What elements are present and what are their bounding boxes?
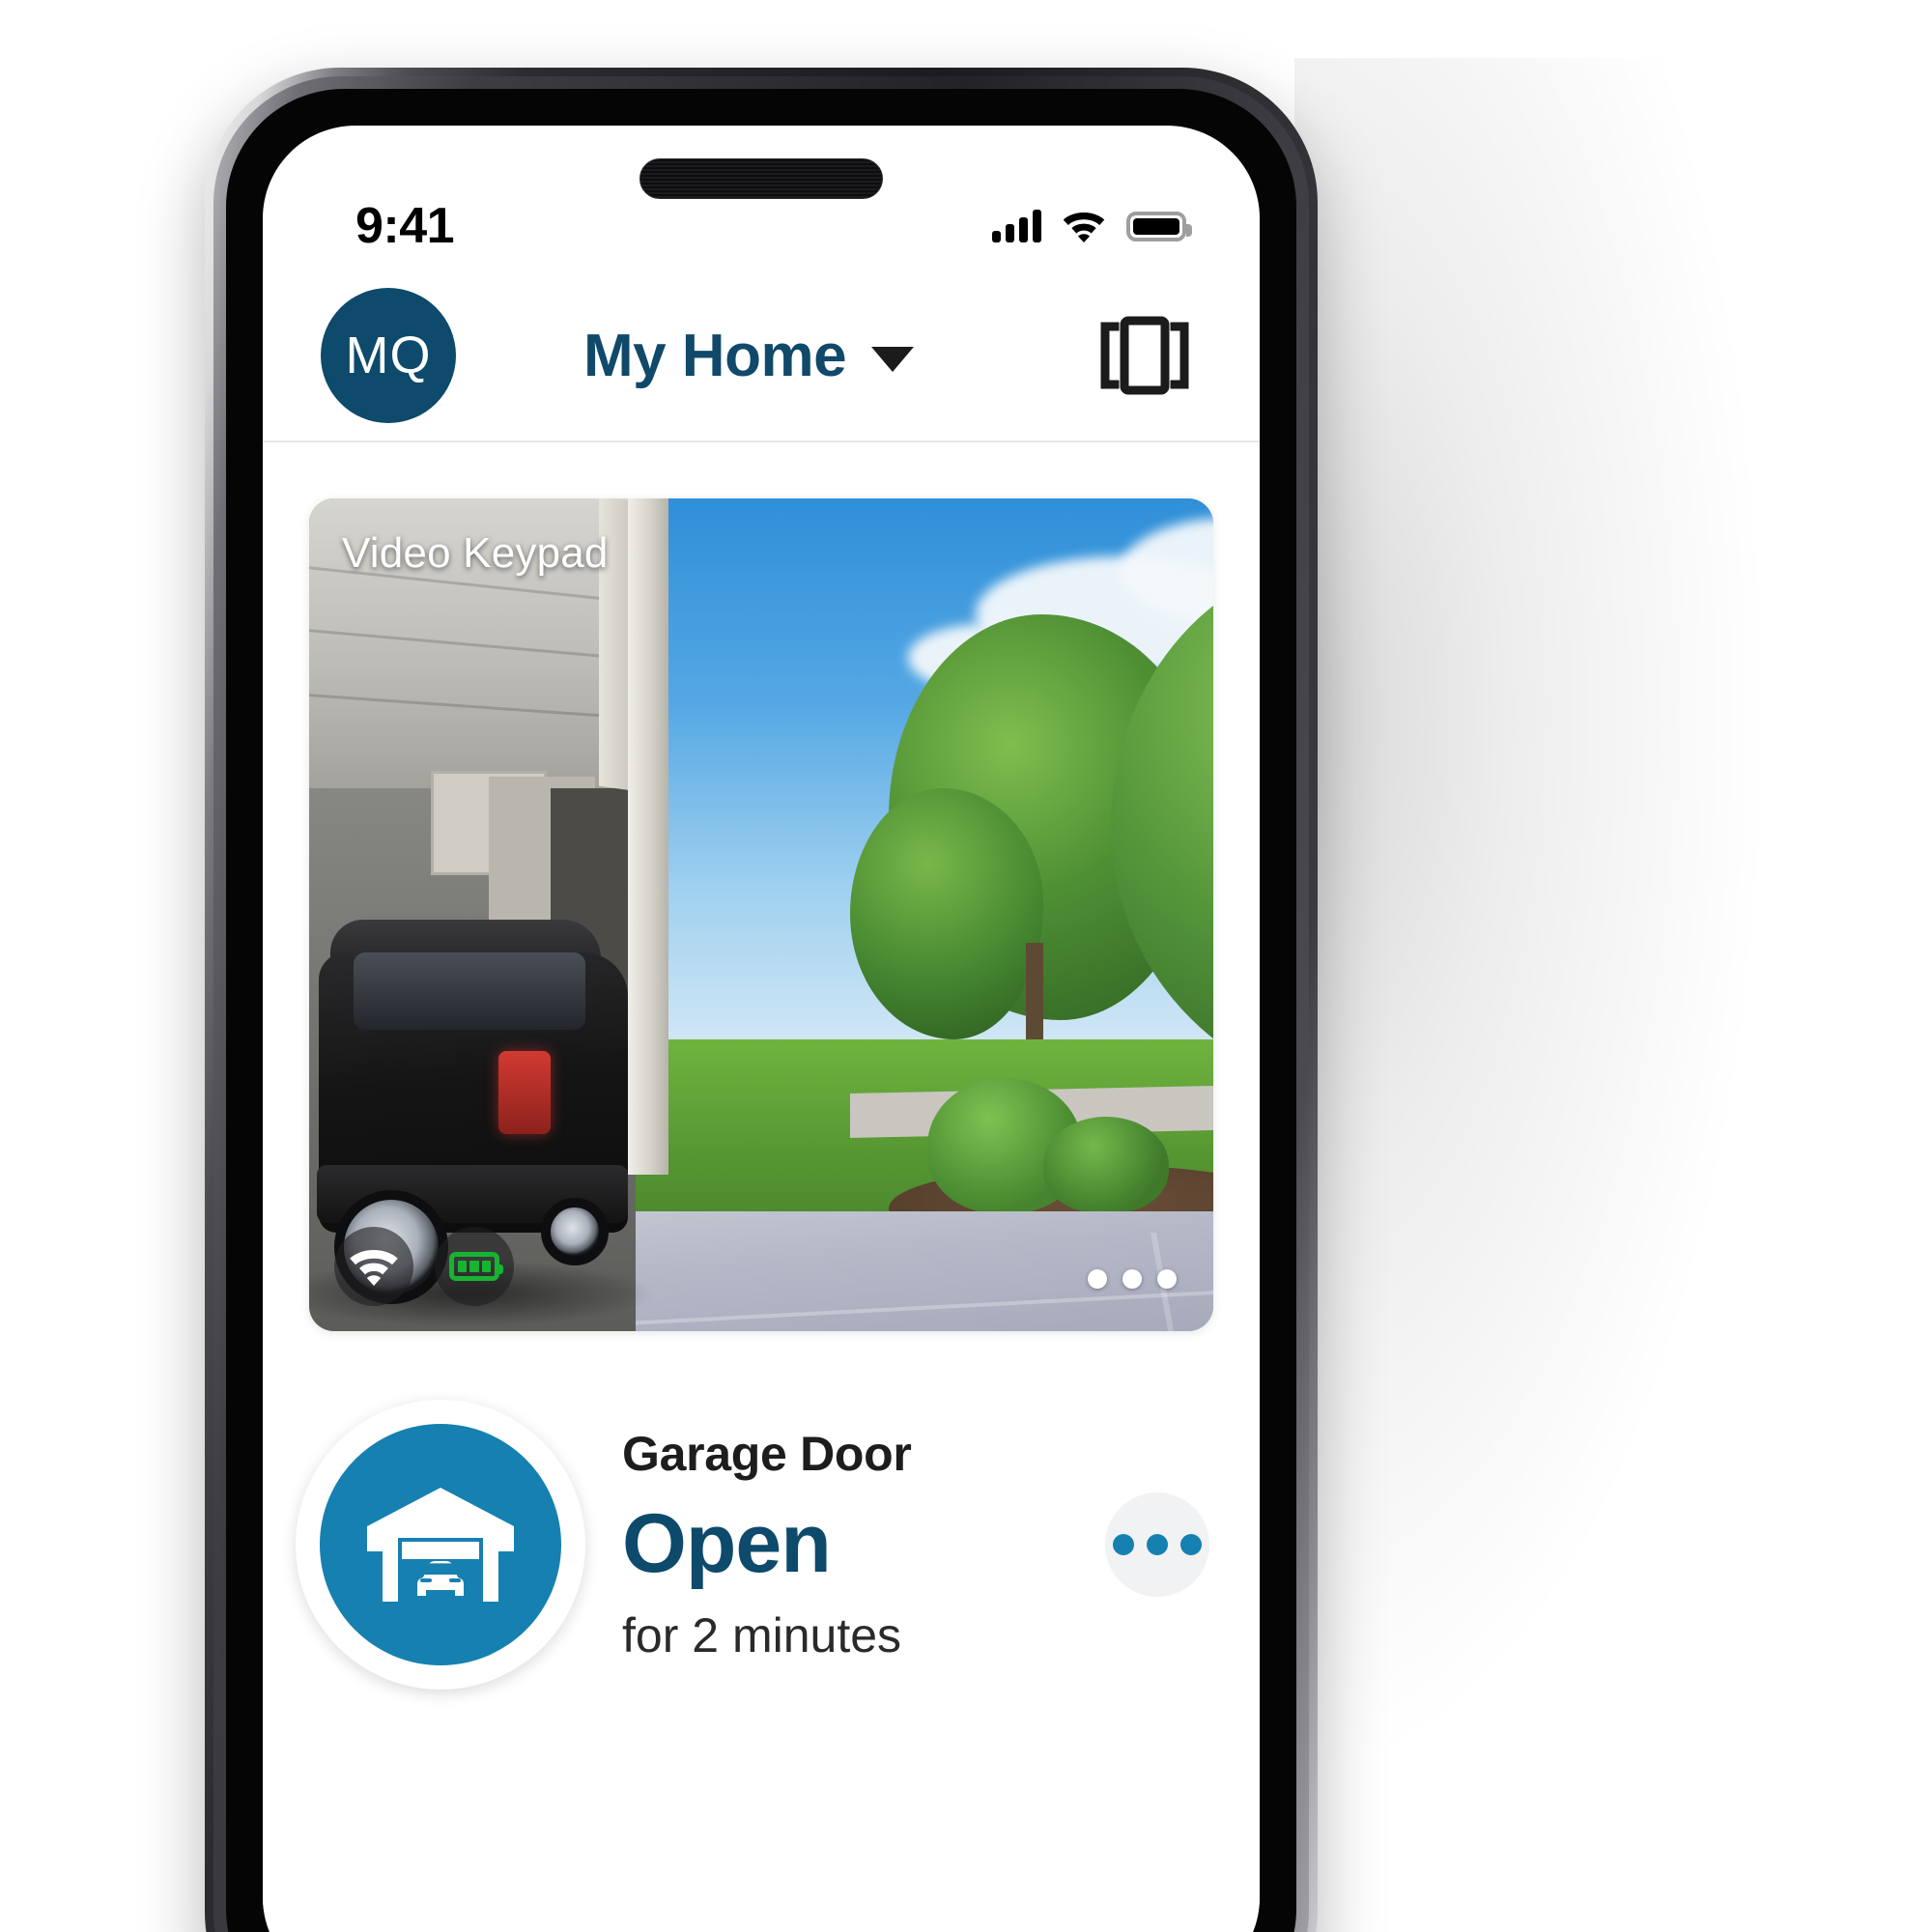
battery-icon	[435, 1227, 514, 1306]
device-substatus: for 2 minutes	[622, 1608, 902, 1663]
more-horizontal-icon[interactable]	[1088, 1269, 1177, 1289]
wifi-icon	[334, 1227, 413, 1306]
screenshot-stage: 9:41 MQ My Home Video Keypad Garage Door…	[0, 0, 1932, 1932]
camera-status-badges	[334, 1227, 514, 1306]
device-row-garage-door[interactable]: Garage Door Open for 2 minutes	[263, 1385, 1260, 1704]
garage-door-icon-ring[interactable]	[296, 1400, 585, 1690]
device-more-button[interactable]	[1105, 1492, 1209, 1597]
device-text-block: Garage Door Open for 2 minutes	[622, 1426, 1105, 1664]
chevron-down-icon	[871, 347, 915, 372]
camera-name-label: Video Keypad	[342, 529, 609, 577]
status-bar-clock: 9:41	[355, 198, 455, 254]
page-title: My Home	[582, 322, 847, 389]
phone-screen: 9:41 MQ My Home Video Keypad Garage Door…	[263, 126, 1260, 1932]
camera-tile[interactable]: Video Keypad	[309, 498, 1213, 1331]
scene-vehicle-wheel	[541, 1198, 609, 1265]
home-selector[interactable]: My Home	[398, 322, 1099, 390]
scene-tree	[850, 788, 1043, 1039]
phone-device-frame: 9:41 MQ My Home Video Keypad Garage Door…	[205, 68, 1318, 1932]
scene-vehicle-taillight	[498, 1051, 551, 1134]
home-content: Video Keypad Garage Door Open for 2 minu…	[263, 442, 1260, 1932]
scene-vehicle-window	[354, 952, 585, 1030]
app-navigation-bar: MQ My Home	[263, 270, 1260, 442]
scene-shrub	[1043, 1117, 1169, 1213]
cellular-signal-icon	[992, 210, 1041, 242]
device-name: Garage Door	[622, 1426, 912, 1481]
device-state: Open	[622, 1496, 832, 1590]
panel-layout-icon[interactable]	[1099, 315, 1190, 396]
scene-garage-door-edge	[628, 498, 668, 1175]
wifi-icon	[1063, 210, 1105, 242]
camera-live-image	[309, 498, 1213, 1331]
earpiece-speaker	[639, 158, 883, 199]
status-bar-icons	[992, 210, 1192, 242]
battery-full-icon	[1126, 211, 1192, 242]
garage-door-icon	[320, 1424, 561, 1665]
page-shadow	[1294, 58, 1835, 1932]
